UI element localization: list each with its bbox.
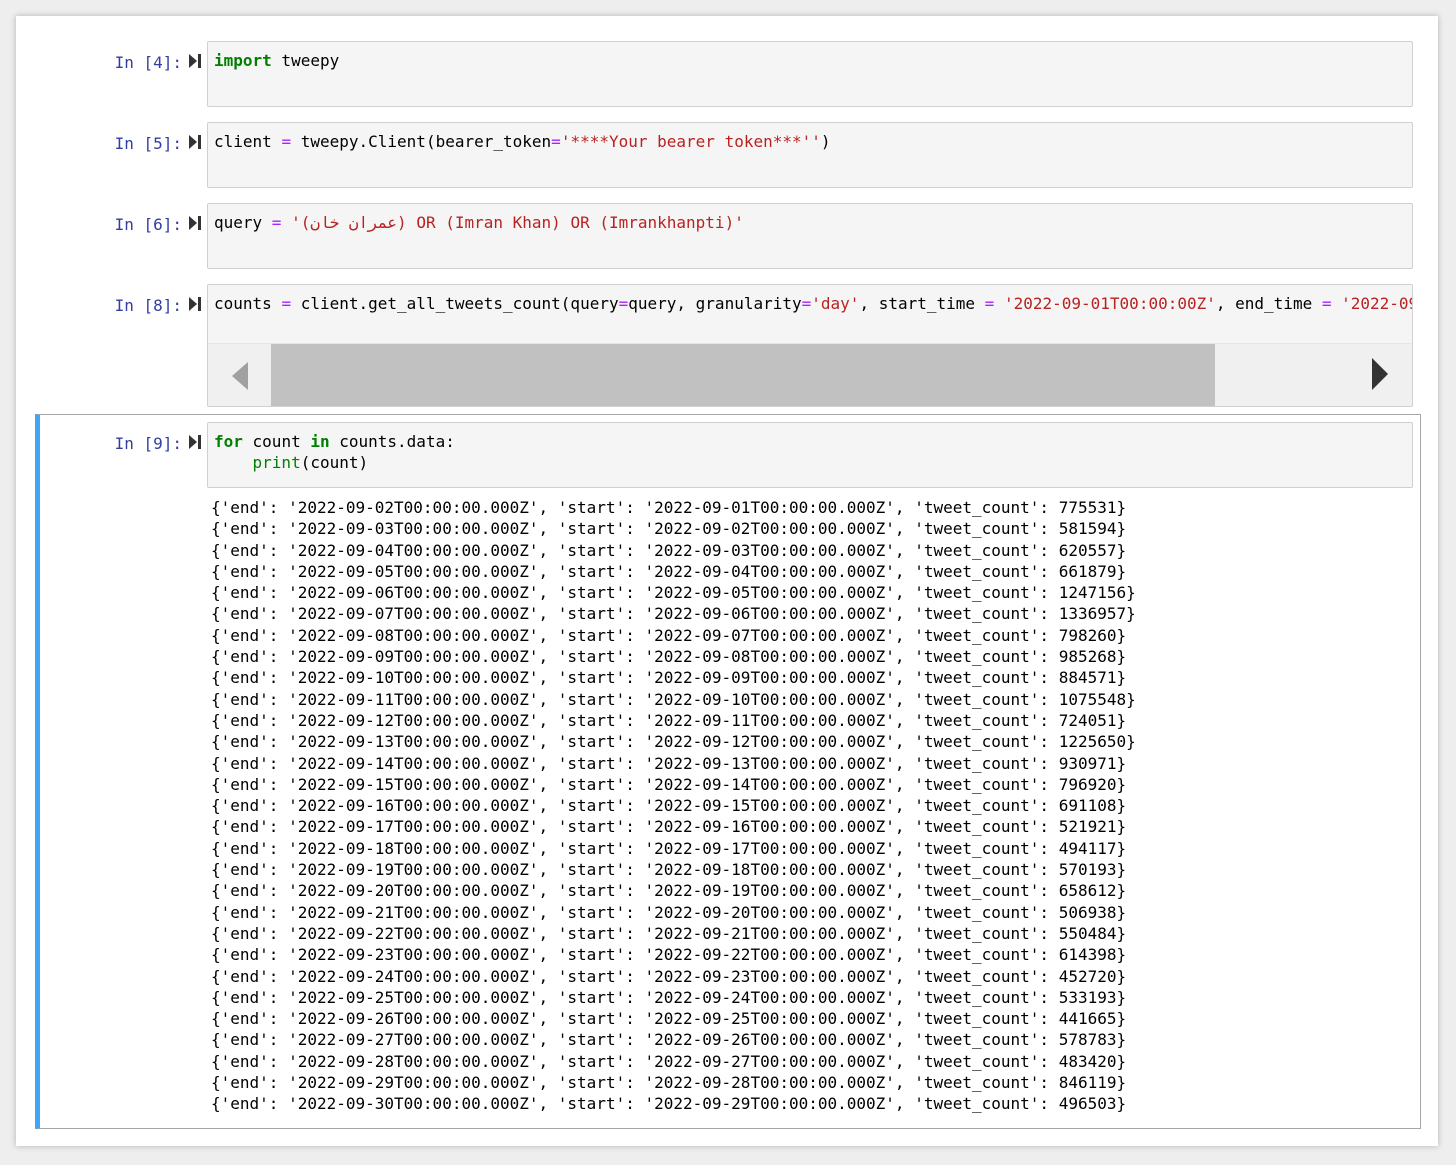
cell-prompt: In [9]: [114, 434, 182, 453]
code-line: print(count) [214, 452, 369, 473]
code-token: print [252, 453, 301, 472]
code-token: 'day' [811, 294, 860, 313]
code-token: '2022-09-01T00:00:00Z' [1003, 294, 1216, 313]
code-token: query, granularity [628, 294, 802, 313]
output-line: {'end': '2022-09-09T00:00:00.000Z', 'sta… [211, 647, 1127, 667]
output-line: {'end': '2022-09-18T00:00:00.000Z', 'sta… [211, 838, 1127, 858]
output-line: {'end': '2022-09-05T00:00:00.000Z', 'sta… [211, 561, 1127, 581]
horizontal-scrollbar[interactable] [208, 343, 1412, 406]
code-input[interactable]: client = tweepy.Client(bearer_token='***… [207, 122, 1413, 188]
code-token: = [281, 294, 292, 313]
code-token: , start_time [859, 294, 985, 313]
output-line: {'end': '2022-09-26T00:00:00.000Z', 'sta… [211, 1009, 1127, 1029]
cell-prompt: In [4]: [114, 53, 182, 72]
code-token: = [984, 294, 995, 313]
code-token: = [801, 294, 812, 313]
code-token: import [214, 51, 272, 70]
code-token: tweepy [271, 51, 340, 70]
code-token: = [281, 132, 292, 151]
output-line: {'end': '2022-09-15T00:00:00.000Z', 'sta… [211, 774, 1127, 794]
output-line: {'end': '2022-09-03T00:00:00.000Z', 'sta… [211, 519, 1127, 539]
run-cell-icon[interactable] [188, 53, 202, 69]
output-line: {'end': '2022-09-27T00:00:00.000Z', 'sta… [211, 1030, 1127, 1050]
output-line: {'end': '2022-09-23T00:00:00.000Z', 'sta… [211, 945, 1127, 965]
code-token: counts.data: [329, 432, 455, 451]
code-token: counts [214, 294, 282, 313]
output-line: {'end': '2022-09-25T00:00:00.000Z', 'sta… [211, 987, 1127, 1007]
output-line: {'end': '2022-09-21T00:00:00.000Z', 'sta… [211, 902, 1127, 922]
code-token: = [271, 213, 282, 232]
code-line: counts = client.get_all_tweets_count(que… [214, 293, 1413, 314]
output-line: {'end': '2022-09-22T00:00:00.000Z', 'sta… [211, 923, 1127, 943]
output-line: {'end': '2022-09-14T00:00:00.000Z', 'sta… [211, 753, 1127, 773]
code-cell-5[interactable]: In [5]: client = tweepy.Client(bearer_to… [36, 121, 1420, 191]
code-token: client.get_all_tweets_count(query [291, 294, 619, 313]
code-line: for count in counts.data: [214, 431, 455, 452]
output-line: {'end': '2022-09-24T00:00:00.000Z', 'sta… [211, 966, 1127, 986]
code-token: ) [820, 132, 831, 151]
code-token: '****Your bearer token***'' [560, 132, 821, 151]
output-line: {'end': '2022-09-13T00:00:00.000Z', 'sta… [211, 732, 1136, 752]
code-token: = [618, 294, 629, 313]
output-line: {'end': '2022-09-28T00:00:00.000Z', 'sta… [211, 1051, 1127, 1071]
cell-prompt: In [8]: [114, 296, 182, 315]
code-token: '(عمران خان) OR (Imran Khan) OR (Imrankh… [291, 213, 744, 232]
code-line: query = '(عمران خان) OR (Imran Khan) OR … [214, 212, 744, 233]
code-token: in [310, 432, 330, 451]
output-line: {'end': '2022-09-10T00:00:00.000Z', 'sta… [211, 668, 1127, 688]
run-cell-icon[interactable] [188, 296, 202, 312]
code-input[interactable]: counts = client.get_all_tweets_count(que… [207, 284, 1413, 407]
code-input[interactable]: for count in counts.data: print(count) [207, 422, 1413, 488]
code-token: query [214, 213, 272, 232]
cell-prompt: In [6]: [114, 215, 182, 234]
run-cell-icon[interactable] [188, 215, 202, 231]
code-token: '2022-09 [1341, 294, 1413, 313]
cell-prompt: In [5]: [114, 134, 182, 153]
code-token: client [214, 132, 282, 151]
output-line: {'end': '2022-09-30T00:00:00.000Z', 'sta… [211, 1094, 1127, 1114]
code-cell-8[interactable]: In [8]: counts = client.get_all_tweets_c… [36, 283, 1420, 409]
output-line: {'end': '2022-09-29T00:00:00.000Z', 'sta… [211, 1073, 1127, 1093]
output-line: {'end': '2022-09-12T00:00:00.000Z', 'sta… [211, 710, 1127, 730]
output-line: {'end': '2022-09-07T00:00:00.000Z', 'sta… [211, 604, 1136, 624]
output-line: {'end': '2022-09-20T00:00:00.000Z', 'sta… [211, 881, 1127, 901]
scrollbar-thumb[interactable] [271, 344, 1215, 406]
scroll-left-arrow-icon[interactable] [230, 361, 250, 391]
run-cell-icon[interactable] [188, 434, 202, 450]
code-token: = [551, 132, 561, 151]
code-token: count [242, 432, 311, 451]
output-line: {'end': '2022-09-06T00:00:00.000Z', 'sta… [211, 583, 1136, 603]
output-line: {'end': '2022-09-16T00:00:00.000Z', 'sta… [211, 796, 1127, 816]
cell-output: {'end': '2022-09-02T00:00:00.000Z', 'sta… [211, 497, 1136, 1115]
scroll-right-arrow-icon[interactable] [1370, 357, 1390, 391]
code-cell-4[interactable]: In [4]: import tweepy [36, 40, 1420, 110]
output-line: {'end': '2022-09-11T00:00:00.000Z', 'sta… [211, 689, 1136, 709]
output-line: {'end': '2022-09-02T00:00:00.000Z', 'sta… [211, 498, 1127, 517]
notebook: In [4]: import tweepy In [5]: client = t… [16, 16, 1438, 1146]
output-line: {'end': '2022-09-17T00:00:00.000Z', 'sta… [211, 817, 1127, 837]
code-line: import tweepy [214, 50, 339, 71]
run-cell-icon[interactable] [188, 134, 202, 150]
code-input[interactable]: import tweepy [207, 41, 1413, 107]
output-line: {'end': '2022-09-19T00:00:00.000Z', 'sta… [211, 860, 1127, 880]
code-input[interactable]: query = '(عمران خان) OR (Imran Khan) OR … [207, 203, 1413, 269]
output-line: {'end': '2022-09-08T00:00:00.000Z', 'sta… [211, 625, 1127, 645]
code-cell-9-selected[interactable]: In [9]: for count in counts.data: print(… [35, 414, 1421, 1129]
code-token: tweepy.Client(bearer_token [291, 132, 552, 151]
code-cell-6[interactable]: In [6]: query = '(عمران خان) OR (Imran K… [36, 202, 1420, 272]
code-token: (count) [300, 453, 369, 472]
code-token: for [214, 432, 243, 451]
code-token: , end_time [1215, 294, 1322, 313]
output-line: {'end': '2022-09-04T00:00:00.000Z', 'sta… [211, 540, 1127, 560]
code-line: client = tweepy.Client(bearer_token='***… [214, 131, 831, 152]
